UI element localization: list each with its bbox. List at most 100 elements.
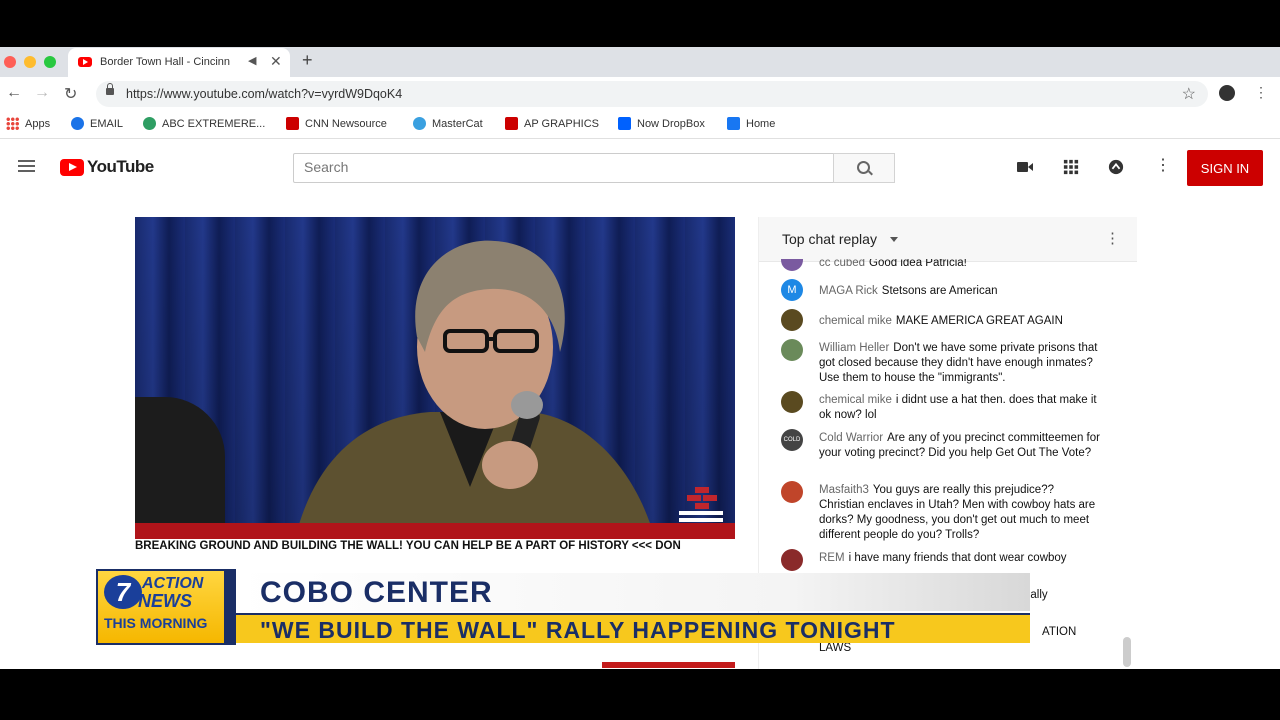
email-icon [71,117,84,130]
bookmark-mastercat[interactable]: MasterCat [413,117,483,130]
profile-icon[interactable] [1219,85,1235,101]
youtube-logo-text[interactable]: YouTube [87,157,154,177]
avatar[interactable]: COLD [781,429,803,451]
abc-icon [143,117,156,130]
youtube-header: YouTube Search ⋮ SIGN IN [0,139,1280,195]
channel-number: 7 [104,575,142,609]
chat-author[interactable]: cc cubed [819,259,865,269]
avatar[interactable]: M [781,279,803,301]
video-ticker: BREAKING GROUND AND BUILDING THE WALL! Y… [135,540,681,552]
chat-author[interactable]: William Heller [819,342,889,354]
speaker-icon[interactable]: ◀ [248,54,256,67]
bookmark-apps[interactable]: Apps [6,117,50,130]
lock-icon [106,83,114,95]
avatar[interactable] [781,391,803,413]
chat-text: Good idea Patricia! [869,259,967,269]
chat-message: chemical mike MAKE AMERICA GREAT AGAIN [781,309,1101,331]
chat-title[interactable]: Top chat replay [782,231,877,247]
address-bar[interactable]: https://www.youtube.com/watch?v=vyrdW9Dq… [96,81,1208,107]
bookmark-label: MasterCat [432,117,483,130]
video-player[interactable] [135,217,735,539]
avatar[interactable] [781,549,803,571]
bookmark-ap-graphics[interactable]: AP GRAPHICS [505,117,599,130]
video-background-person [135,397,225,539]
bookmark-label: Apps [25,117,51,130]
bookmark-label: EMAIL [90,117,124,130]
avatar[interactable] [781,339,803,361]
bookmark-label: AP GRAPHICS [524,117,599,130]
apps-grid-icon [6,117,19,130]
chat-message: REM i have many friends that dont wear co… [781,549,1101,571]
chat-author[interactable]: chemical mike [819,315,892,327]
lower-third-divider [226,569,236,645]
youtube-favicon-icon [78,57,92,67]
chat-author[interactable]: chemical mike [819,394,892,406]
bookmark-abc[interactable]: ABC EXTREMERE... [143,117,265,130]
chat-author[interactable]: REM [819,552,845,564]
search-icon [857,161,870,174]
bookmark-star-icon[interactable]: ☆ [1182,84,1196,104]
chat-header: Top chat replay ⋮ [759,217,1137,262]
reload-icon[interactable]: ↻ [64,84,77,104]
show-name: THIS MORNING [104,615,208,631]
video-lower-strip [135,523,735,539]
headline-bar: COBO CENTER [236,573,1030,611]
bookmark-label: ABC EXTREMERE... [162,117,266,130]
chat-dropdown-icon[interactable] [890,237,898,242]
search-button[interactable] [833,153,895,183]
maximize-window-button[interactable] [44,56,56,68]
avatar[interactable] [781,481,803,503]
browser-menu-icon[interactable]: ⋮ [1254,84,1268,101]
chat-message: cc cubed Good idea Patricia! [781,259,1101,271]
chat-text: i have many friends that dont wear cowbo… [848,552,1067,564]
subheadline-bar: "WE BUILD THE WALL" RALLY HAPPENING TONI… [236,613,1030,643]
news-lower-third: 7 ACTION NEWS THIS MORNING COBO CENTER "… [96,569,1038,645]
speaker-figure [295,240,655,539]
chat-menu-icon[interactable]: ⋮ [1105,229,1120,247]
chat-author[interactable]: Cold Warrior [819,432,883,444]
url-text[interactable]: https://www.youtube.com/watch?v=vyrdW9Dq… [126,87,402,101]
bookmark-dropbox[interactable]: Now DropBox [618,117,705,130]
chat-scrollbar[interactable] [1123,637,1131,667]
chat-author[interactable]: Masfaith3 [819,484,869,496]
bookmark-label: CNN Newsource [305,117,387,130]
chat-message: Masfaith3 You guys are really this prejud… [781,481,1101,543]
messages-icon[interactable] [1107,159,1125,175]
ap-icon [505,117,518,130]
hamburger-menu-icon[interactable] [18,160,35,173]
station-news: NEWS [138,591,192,611]
back-icon[interactable]: ← [6,84,22,102]
bookmark-label: Now DropBox [637,117,705,130]
we-build-the-wall-logo-icon [679,487,723,522]
avatar[interactable] [781,259,803,271]
mastercat-icon [413,117,426,130]
chat-text: MAKE AMERICA GREAT AGAIN [895,315,1063,327]
chat-message: chemical mike i didnt use a hat then. doe… [781,391,1101,423]
tab-title: Border Town Hall - Cincinn [100,56,231,68]
search-input[interactable]: Search [293,153,834,183]
new-tab-button[interactable]: + [302,50,313,71]
avatar[interactable] [781,309,803,331]
bookmark-email[interactable]: EMAIL [71,117,123,130]
station-logo: 7 ACTION NEWS THIS MORNING [96,569,226,645]
forward-icon[interactable]: → [34,84,50,102]
close-window-button[interactable] [4,56,16,68]
create-video-icon[interactable] [1016,159,1034,175]
page-bottom-peek [602,662,735,668]
settings-menu-icon[interactable]: ⋮ [1155,155,1171,175]
youtube-logo-icon[interactable] [60,159,84,176]
tab-bar: Border Town Hall - Cincinn ◀ ✕ + [0,47,1280,77]
bookmark-cnn[interactable]: CNN Newsource [286,117,387,130]
dropbox-icon [618,117,631,130]
minimize-window-button[interactable] [24,56,36,68]
tab-youtube[interactable]: Border Town Hall - Cincinn ◀ ✕ [68,48,290,77]
chat-author[interactable]: MAGA Rick [819,285,878,297]
bookmark-home[interactable]: Home [727,117,775,130]
close-tab-icon[interactable]: ✕ [270,53,282,70]
subheadline: "WE BUILD THE WALL" RALLY HAPPENING TONI… [260,617,896,643]
apps-icon[interactable] [1062,159,1080,175]
chat-message: M MAGA Rick Stetsons are American [781,279,1101,301]
chat-message: COLD Cold Warrior Are any of you precinct… [781,429,1101,461]
bookmark-label: Home [746,117,776,130]
sign-in-button[interactable]: SIGN IN [1187,150,1263,186]
